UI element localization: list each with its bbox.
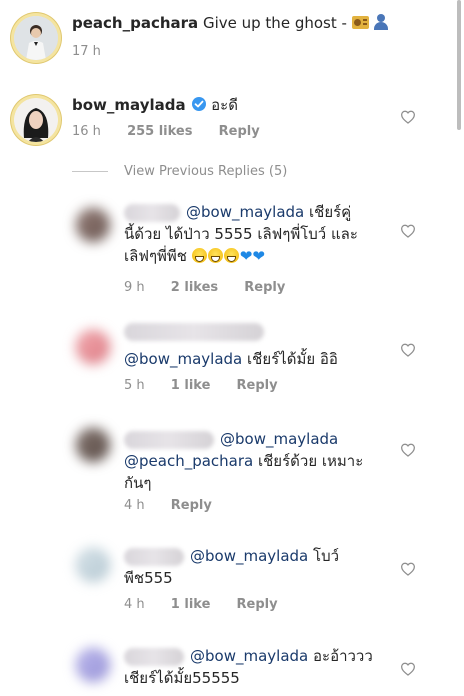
comment-meta: 17 h bbox=[72, 44, 123, 59]
blurred-username[interactable] bbox=[124, 203, 180, 222]
reply-meta: 5 h 1 like Reply bbox=[124, 378, 300, 393]
reply-button[interactable]: Reply bbox=[219, 124, 260, 139]
reply-text: เชียร์ได้มั้ย อิอิ bbox=[247, 350, 338, 368]
blurred-username[interactable] bbox=[124, 547, 184, 566]
like-heart-icon[interactable] bbox=[400, 110, 416, 124]
comment-meta: 16 h 255 likes Reply bbox=[72, 124, 282, 139]
reply-button[interactable]: Reply bbox=[244, 280, 285, 295]
scrollbar[interactable] bbox=[457, 0, 461, 130]
comment-body: bow_maylada อะดี bbox=[72, 94, 238, 116]
timestamp: 9 h bbox=[124, 280, 145, 295]
mention[interactable]: @peach_pachara bbox=[124, 452, 253, 470]
mention[interactable]: @bow_maylada bbox=[190, 647, 308, 665]
like-heart-icon[interactable] bbox=[400, 224, 416, 238]
reply-button[interactable]: Reply bbox=[237, 378, 278, 393]
like-heart-icon[interactable] bbox=[400, 562, 416, 576]
timestamp: 4 h bbox=[124, 498, 145, 513]
reply-body: @bow_maylada โบว์ พีช555 bbox=[124, 545, 414, 589]
grinning-emoji-icon bbox=[207, 248, 223, 263]
reply-text: โบว์ bbox=[313, 547, 340, 565]
blurred-username[interactable] bbox=[124, 430, 214, 449]
likes-count[interactable]: 2 likes bbox=[171, 280, 218, 295]
like-heart-icon[interactable] bbox=[400, 343, 416, 357]
grinning-emoji-icon bbox=[223, 248, 239, 263]
avatar[interactable] bbox=[76, 208, 110, 242]
mention[interactable]: @bow_maylada bbox=[220, 430, 338, 448]
avatar[interactable] bbox=[14, 16, 58, 60]
divider-line bbox=[72, 171, 108, 172]
comment-text: Give up the ghost - bbox=[202, 14, 347, 32]
reply-button[interactable]: Reply bbox=[237, 597, 278, 612]
like-heart-icon[interactable] bbox=[400, 443, 416, 457]
reply-body: @bow_maylada เชียร์ได้มั้ย อิอิ bbox=[124, 320, 414, 370]
mention[interactable]: @bow_maylada bbox=[124, 350, 242, 368]
reply-body: @bow_maylada อะอ้าววว เชียร์ได้มั้ย55555 bbox=[124, 645, 414, 689]
comment-body: peach_pachara Give up the ghost - bbox=[72, 12, 389, 34]
comments-screen: peach_pachara Give up the ghost - 17 h b… bbox=[0, 0, 464, 696]
username[interactable]: peach_pachara bbox=[72, 14, 198, 32]
reply-text: อะอ้าววว bbox=[313, 647, 373, 665]
reply-body: @bow_maylada เชียร์คู่ นี้ด้วย ได้ป่าว 5… bbox=[124, 201, 414, 267]
blurred-username[interactable] bbox=[124, 322, 264, 341]
reply-text: เชียร์ได้มั้ย55555 bbox=[124, 669, 240, 687]
avatar[interactable] bbox=[76, 548, 110, 582]
verified-badge-icon bbox=[192, 97, 207, 111]
avatar[interactable] bbox=[76, 648, 110, 682]
likes-count[interactable]: 1 like bbox=[171, 378, 211, 393]
reply-text: เลิฟๆพี่พีช bbox=[124, 247, 187, 265]
avatar[interactable] bbox=[14, 98, 58, 142]
blurred-username[interactable] bbox=[124, 647, 184, 666]
timestamp: 5 h bbox=[124, 378, 145, 393]
timestamp: 4 h bbox=[124, 597, 145, 612]
mention[interactable]: @bow_maylada bbox=[186, 203, 304, 221]
likes-count[interactable]: 255 likes bbox=[127, 124, 192, 139]
view-previous-label: View Previous Replies (5) bbox=[124, 164, 288, 179]
avatar[interactable] bbox=[76, 330, 110, 364]
reply-meta: 9 h 2 likes Reply bbox=[124, 280, 307, 295]
reply-text: เชียร์คู่ bbox=[309, 203, 352, 221]
radio-icon bbox=[351, 16, 369, 29]
avatar-image bbox=[14, 98, 58, 142]
reply-meta: 4 h Reply bbox=[124, 498, 234, 513]
timestamp: 16 h bbox=[72, 124, 101, 139]
bust-silhouette-icon bbox=[373, 14, 389, 30]
comment-text: อะดี bbox=[211, 96, 238, 114]
grinning-emoji-icon bbox=[191, 248, 207, 263]
reply-text: กันๆ bbox=[124, 474, 152, 492]
mention[interactable]: @bow_maylada bbox=[190, 547, 308, 565]
reply-body: @bow_maylada @peach_pachara เชียร์ด้วย เ… bbox=[124, 428, 414, 494]
view-previous-replies[interactable]: View Previous Replies (5) bbox=[72, 164, 287, 179]
blue-heart-icon: ❤ bbox=[239, 247, 253, 265]
avatar[interactable] bbox=[76, 428, 110, 462]
timestamp: 17 h bbox=[72, 44, 101, 59]
reply-text: เชียร์ด้วย เหมาะ bbox=[258, 452, 364, 470]
username[interactable]: bow_maylada bbox=[72, 96, 186, 114]
like-heart-icon[interactable] bbox=[400, 662, 416, 676]
reply-text: พีช555 bbox=[124, 569, 173, 587]
likes-count[interactable]: 1 like bbox=[171, 597, 211, 612]
blue-heart-icon: ❤ bbox=[252, 247, 265, 265]
avatar-image bbox=[14, 16, 58, 60]
reply-button[interactable]: Reply bbox=[171, 498, 212, 513]
reply-meta: 4 h 1 like Reply bbox=[124, 597, 300, 612]
reply-text: นี้ด้วย ได้ป่าว 5555 เลิฟๆพี่โบว์ และ bbox=[124, 225, 358, 243]
